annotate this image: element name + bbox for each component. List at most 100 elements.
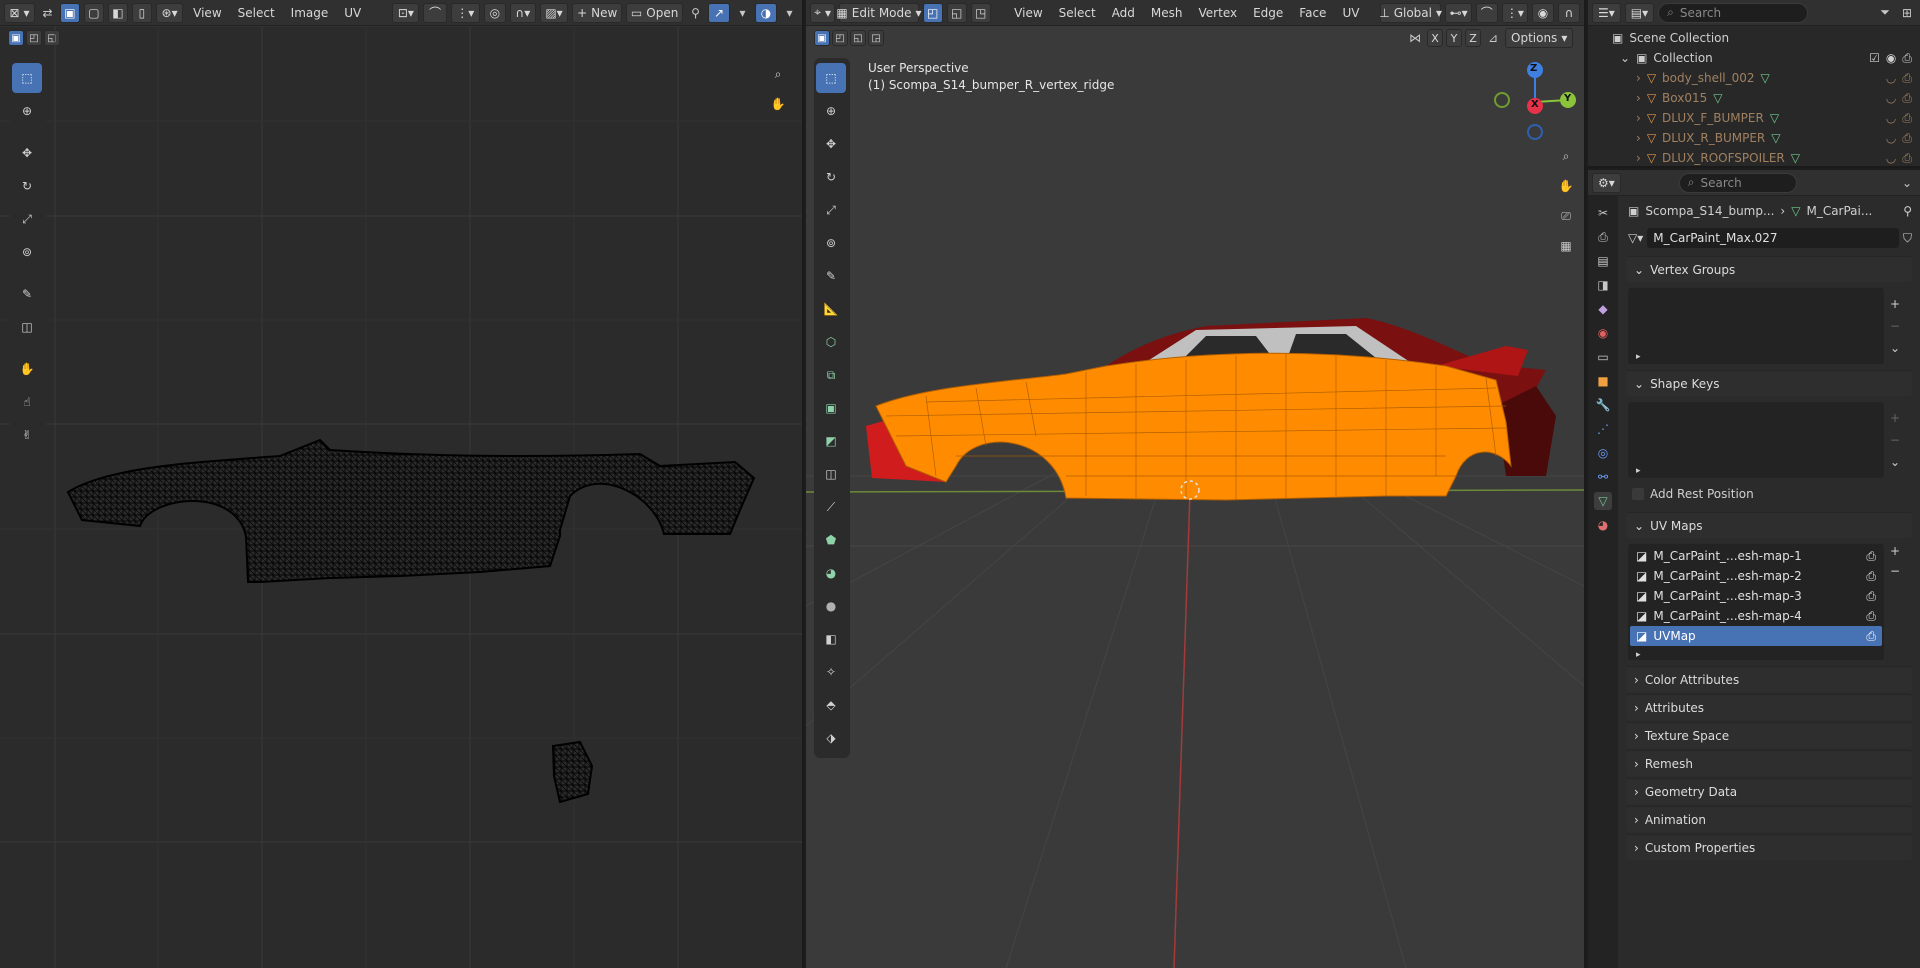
edge-slide-tool[interactable]: ◧	[816, 624, 846, 654]
loop-cut-tool[interactable]: ◫	[816, 459, 846, 489]
vp-rotate-tool[interactable]: ↻	[816, 162, 846, 192]
uv-maps-panel[interactable]: ⌄ UV Maps	[1626, 512, 1912, 538]
vp-falloff-button[interactable]: ∩	[1557, 2, 1580, 23]
eye-closed-icon[interactable]: ◡	[1886, 71, 1896, 85]
remove-icon[interactable]: −	[1890, 433, 1910, 447]
add-cube-tool[interactable]: ⬡	[816, 327, 846, 357]
object-tab-icon[interactable]: ■	[1594, 372, 1612, 390]
material-tab-icon[interactable]: ◕	[1594, 516, 1612, 534]
rip-region-tool[interactable]: ⬗	[816, 723, 846, 753]
particles-tab-icon[interactable]: ⋰	[1594, 420, 1612, 438]
chevron-down-icon[interactable]: ⌄	[1898, 174, 1916, 192]
vp-menu-edge[interactable]: Edge	[1247, 6, 1289, 20]
knife-tool[interactable]: ⟋	[816, 492, 846, 522]
geometry-data-panel[interactable]: › Geometry Data	[1626, 778, 1912, 804]
remesh-panel[interactable]: › Remesh	[1626, 750, 1912, 776]
rip-tool[interactable]: ◫	[12, 312, 42, 342]
smooth-tool[interactable]: ●	[816, 591, 846, 621]
poly-build-tool[interactable]: ⬟	[816, 525, 846, 555]
mode-dropdown[interactable]: ▦ Edit Mode ▾	[836, 2, 922, 23]
pin-icon[interactable]: ⚲	[687, 4, 704, 22]
camera-icon[interactable]: ⎙	[1902, 91, 1912, 106]
eye-icon[interactable]: ◉	[1886, 51, 1896, 65]
custom-properties-panel[interactable]: › Custom Properties	[1626, 834, 1912, 860]
add-icon[interactable]: +	[1890, 411, 1910, 425]
hand-icon[interactable]: ✋	[1554, 174, 1578, 198]
vp-proportional-button[interactable]: ◉	[1531, 2, 1554, 23]
scale-tool[interactable]: ⤢	[12, 204, 42, 234]
relax-tool[interactable]: ☝	[12, 387, 42, 417]
shape-keys-panel[interactable]: ⌄ Shape Keys	[1626, 370, 1912, 396]
camera-icon[interactable]: ⎚	[1554, 204, 1578, 228]
face-mode-button[interactable]: ◳	[970, 2, 991, 23]
animation-panel[interactable]: › Animation	[1626, 806, 1912, 832]
texture-space-panel[interactable]: › Texture Space	[1626, 722, 1912, 748]
uv-menu-view[interactable]: View	[187, 6, 227, 20]
face-select-mode-button[interactable]: ◧	[107, 2, 128, 23]
vp-annotate-tool[interactable]: ✎	[816, 261, 846, 291]
eye-closed-icon[interactable]: ◡	[1886, 151, 1896, 165]
uv-pan-button[interactable]: ✋	[766, 92, 790, 116]
outliner-item[interactable]: › ▽ body_shell_002 ▽ ◡ ⎙	[1608, 68, 1920, 88]
checkbox-icon[interactable]	[1632, 488, 1644, 500]
vp-snap-target-button[interactable]: ⋮▾	[1501, 2, 1528, 23]
navigation-gizmo[interactable]: Z Y X	[1494, 58, 1576, 140]
vertex-select-mode-button[interactable]: ▣	[59, 2, 80, 23]
zoom-icon[interactable]: ⌕	[1554, 144, 1578, 168]
shape-keys-box[interactable]: ▸	[1628, 402, 1884, 478]
island-select-mode-button[interactable]: ▯	[131, 2, 152, 23]
extrude-tool[interactable]: ⧉	[816, 360, 846, 390]
uv-map-item-active[interactable]: ◪ UVMap ⎙	[1630, 626, 1882, 646]
annotate-tool[interactable]: ✎	[12, 279, 42, 309]
pin-icon[interactable]: ⚲	[1903, 204, 1912, 218]
vertex-groups-box[interactable]: ▸	[1628, 288, 1884, 364]
vp-scale-tool[interactable]: ⤢	[816, 195, 846, 225]
add-icon[interactable]: +	[1890, 297, 1910, 311]
snap-button[interactable]: ⌒	[423, 2, 447, 23]
display-mode-button[interactable]: ▤▾	[1624, 2, 1655, 23]
properties-search[interactable]: ⌕ Search	[1678, 172, 1797, 193]
vp-menu-view[interactable]: View	[1008, 6, 1048, 20]
camera-icon[interactable]: ⎙	[1866, 549, 1876, 564]
remove-icon[interactable]: −	[1890, 319, 1910, 333]
outliner-editor-type[interactable]: ☰▾	[1592, 2, 1621, 23]
add-rest-position-row[interactable]: Add Rest Position	[1622, 482, 1916, 506]
editor-type-button[interactable]: ⊠ ▾	[4, 2, 35, 23]
vertex-groups-panel[interactable]: ⌄ Vertex Groups	[1626, 256, 1912, 282]
remove-icon[interactable]: −	[1890, 564, 1910, 578]
camera-icon[interactable]: ⎙	[1902, 51, 1912, 66]
shear-tool[interactable]: ⬘	[816, 690, 846, 720]
vp-transform-tool[interactable]: ⊚	[816, 228, 846, 258]
pivot-point-button[interactable]: ⊡▾	[392, 2, 420, 23]
proportional-edit-button[interactable]: ◎	[483, 2, 506, 23]
camera-icon[interactable]: ⎙	[1902, 71, 1912, 86]
outliner-item[interactable]: › ▽ Box015 ▽ ◡ ⎙	[1608, 88, 1920, 108]
mesh-data-icon[interactable]: ▽▾	[1628, 231, 1643, 245]
camera-icon[interactable]: ⎙	[1902, 151, 1912, 166]
world-tab-icon[interactable]: ◉	[1594, 324, 1612, 342]
vp-menu-face[interactable]: Face	[1293, 6, 1332, 20]
new-image-button[interactable]: + New	[572, 2, 623, 23]
rotate-tool[interactable]: ↻	[12, 171, 42, 201]
sync-selection-icon[interactable]: ⇄	[39, 4, 56, 22]
camera-icon[interactable]: ⎙	[1866, 589, 1876, 604]
open-image-button[interactable]: ▭ Open	[626, 2, 683, 23]
new-collection-icon[interactable]: ⊞	[1898, 4, 1916, 22]
camera-icon[interactable]: ⎙	[1902, 131, 1912, 146]
image-browse-button[interactable]: ▨▾	[539, 2, 569, 23]
uv-map-item[interactable]: ◪ M_CarPaint_...esh-map-1 ⎙	[1630, 546, 1882, 566]
physics-tab-icon[interactable]: ◎	[1594, 444, 1612, 462]
add-icon[interactable]: +	[1890, 544, 1910, 558]
vp-menu-mesh[interactable]: Mesh	[1145, 6, 1189, 20]
transform-orientation-dropdown[interactable]: ⊥ Global ▾	[1379, 2, 1442, 23]
color-attributes-panel[interactable]: › Color Attributes	[1626, 666, 1912, 692]
pinch-tool[interactable]: ✌	[12, 420, 42, 450]
camera-icon[interactable]: ⎙	[1866, 609, 1876, 624]
gizmo-dropdown-icon[interactable]: ▾	[734, 4, 751, 22]
view-layer-tab-icon[interactable]: ◨	[1594, 276, 1612, 294]
grab-tool[interactable]: ✋	[12, 354, 42, 384]
uv-zoom-button[interactable]: ⌕	[766, 62, 790, 86]
eye-closed-icon[interactable]: ◡	[1886, 131, 1896, 145]
car-model[interactable]	[866, 318, 1556, 501]
edge-select-mode-button[interactable]: ▢	[83, 2, 104, 23]
